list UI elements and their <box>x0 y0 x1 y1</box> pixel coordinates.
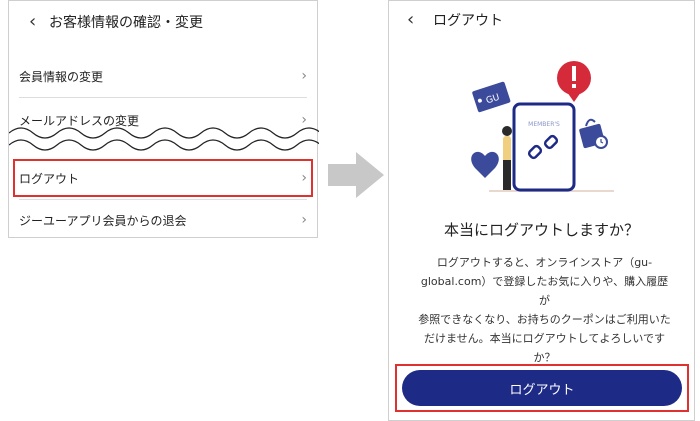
menu-item-label: 会員情報の変更 <box>19 69 104 84</box>
gu-tag-icon: GU <box>472 81 511 113</box>
step-arrow-icon <box>328 152 384 198</box>
logout-illustration: GU MEMBER'S <box>471 61 614 192</box>
menu-item-member-info[interactable]: 会員情報の変更 › <box>19 67 307 85</box>
shopping-bag-icon <box>579 118 608 149</box>
divider <box>19 199 307 200</box>
back-chevron-icon[interactable]: ‹ <box>407 9 427 30</box>
phone-label: MEMBER'S <box>528 121 560 128</box>
divider <box>19 97 307 98</box>
logout-button-highlight: ログアウト <box>395 364 689 412</box>
message-line: ログアウトすると、オンラインストア（gu- <box>436 256 653 269</box>
back-chevron-icon[interactable]: ‹ <box>29 11 49 32</box>
message-line: 参照できなくなり、お持ちのクーポンはご利用いた <box>418 313 671 326</box>
logout-title: ログアウト <box>433 12 503 29</box>
message-line: global.com）で登録したお気に入りや、購入履歴が <box>420 275 669 307</box>
alert-icon <box>557 61 591 102</box>
logout-question: 本当にログアウトしますか？ <box>443 221 639 239</box>
menu-item-withdraw[interactable]: ジーユーアプリ会員からの退会 › <box>19 211 307 229</box>
omission-wave <box>9 127 319 151</box>
phone-icon <box>512 102 576 192</box>
message-line: だけません。本当にログアウトしてよろしいです <box>423 332 665 345</box>
logout-header: ‹ ログアウト <box>407 9 503 30</box>
logout-dialog: ‹ ログアウト GU MEMBER'S 本当にログアウトしますか？ ログアウトす… <box>388 0 695 421</box>
logout-highlight <box>13 159 313 197</box>
chevron-right-icon: › <box>301 212 307 228</box>
settings-panel: ‹ お客様情報の確認・変更 会員情報の変更 › メールアドレスの変更 › ログア… <box>8 0 319 238</box>
heart-icon <box>471 151 499 178</box>
logout-button[interactable]: ログアウト <box>402 370 682 406</box>
settings-header: ‹ お客様情報の確認・変更 <box>29 11 203 32</box>
person-figure <box>502 126 512 190</box>
menu-item-label: ジーユーアプリ会員からの退会 <box>19 213 187 228</box>
logout-message: ログアウトすると、オンラインストア（gu- global.com）で登録したお気… <box>417 253 672 367</box>
chevron-right-icon: › <box>301 68 307 84</box>
settings-title: お客様情報の確認・変更 <box>49 14 203 31</box>
